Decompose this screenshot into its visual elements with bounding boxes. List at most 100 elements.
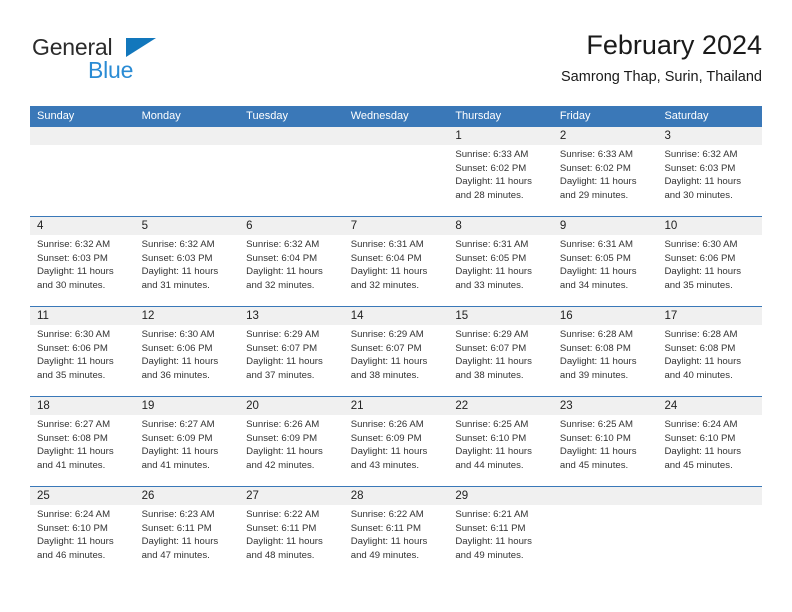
sunrise-text: Sunrise: 6:32 AM bbox=[141, 239, 215, 250]
day-cell[interactable]: 25 Sunrise: 6:24 AM Sunset: 6:10 PM Dayl… bbox=[30, 487, 135, 576]
sunset-text: Sunset: 6:10 PM bbox=[37, 522, 108, 534]
sunset-text: Sunset: 6:08 PM bbox=[37, 432, 108, 444]
day-cell[interactable]: 2 Sunrise: 6:33 AM Sunset: 6:02 PM Dayli… bbox=[552, 127, 658, 216]
week-row: 1 Sunrise: 6:33 AM Sunset: 6:02 PM Dayli… bbox=[30, 126, 763, 216]
daylight-text-line1: Daylight: 11 hours bbox=[246, 356, 323, 368]
sunrise-text: Sunrise: 6:22 AM bbox=[350, 509, 424, 520]
day-cell[interactable]: 1 Sunrise: 6:33 AM Sunset: 6:02 PM Dayli… bbox=[448, 127, 553, 216]
calendar-grid: Sunday Monday Tuesday Wednesday Thursday… bbox=[30, 106, 763, 576]
sunset-text: Sunset: 6:04 PM bbox=[350, 252, 422, 264]
day-cell[interactable]: 14 Sunrise: 6:29 AM Sunset: 6:07 PM Dayl… bbox=[343, 307, 449, 396]
sunrise-text: Sunrise: 6:33 AM bbox=[559, 149, 633, 160]
sunrise-text: Sunrise: 6:29 AM bbox=[455, 329, 529, 340]
day-cell[interactable]: 23 Sunrise: 6:25 AM Sunset: 6:10 PM Dayl… bbox=[552, 397, 658, 486]
day-number: 23 bbox=[552, 397, 658, 415]
sunset-text: Sunset: 6:03 PM bbox=[141, 252, 213, 264]
daylight-text-line1: Daylight: 11 hours bbox=[664, 446, 742, 458]
sunset-text: Sunset: 6:11 PM bbox=[141, 522, 212, 534]
daylight-text-line1: Daylight: 11 hours bbox=[455, 446, 532, 458]
sunrise-text: Sunrise: 6:27 AM bbox=[141, 419, 215, 430]
day-details: Sunrise: 6:29 AM Sunset: 6:07 PM Dayligh… bbox=[344, 325, 449, 382]
day-details: Sunrise: 6:27 AM Sunset: 6:09 PM Dayligh… bbox=[135, 415, 240, 472]
sunrise-text: Sunrise: 6:30 AM bbox=[37, 329, 111, 340]
day-cell[interactable]: 18 Sunrise: 6:27 AM Sunset: 6:08 PM Dayl… bbox=[30, 397, 135, 486]
day-cell[interactable]: 15 Sunrise: 6:29 AM Sunset: 6:07 PM Dayl… bbox=[448, 307, 553, 396]
day-number bbox=[134, 127, 240, 145]
day-number: 3 bbox=[657, 127, 763, 145]
day-cell[interactable]: 5 Sunrise: 6:32 AM Sunset: 6:03 PM Dayli… bbox=[134, 217, 240, 306]
daylight-text-line2: and 38 minutes. bbox=[455, 369, 524, 381]
day-number: 7 bbox=[343, 217, 449, 235]
day-cell[interactable] bbox=[552, 487, 658, 576]
day-cell[interactable]: 10 Sunrise: 6:30 AM Sunset: 6:06 PM Dayl… bbox=[657, 217, 763, 306]
day-cell[interactable]: 19 Sunrise: 6:27 AM Sunset: 6:09 PM Dayl… bbox=[134, 397, 240, 486]
week-row: 11 Sunrise: 6:30 AM Sunset: 6:06 PM Dayl… bbox=[30, 306, 763, 396]
weekday-header-wednesday: Wednesday bbox=[350, 110, 409, 122]
day-cell[interactable]: 11 Sunrise: 6:30 AM Sunset: 6:06 PM Dayl… bbox=[30, 307, 135, 396]
day-cell[interactable] bbox=[239, 127, 344, 216]
day-cell[interactable]: 4 Sunrise: 6:32 AM Sunset: 6:03 PM Dayli… bbox=[30, 217, 135, 306]
daylight-text-line1: Daylight: 11 hours bbox=[141, 446, 219, 458]
day-cell[interactable]: 21 Sunrise: 6:26 AM Sunset: 6:09 PM Dayl… bbox=[343, 397, 449, 486]
day-number: 5 bbox=[134, 217, 240, 235]
daylight-text-line1: Daylight: 11 hours bbox=[559, 356, 637, 368]
sunset-text: Sunset: 6:04 PM bbox=[246, 252, 318, 264]
day-details bbox=[657, 505, 762, 508]
daylight-text-line2: and 36 minutes. bbox=[141, 369, 210, 381]
day-details: Sunrise: 6:24 AM Sunset: 6:10 PM Dayligh… bbox=[30, 505, 135, 562]
day-cell[interactable]: 27 Sunrise: 6:22 AM Sunset: 6:11 PM Dayl… bbox=[239, 487, 344, 576]
day-details: Sunrise: 6:32 AM Sunset: 6:04 PM Dayligh… bbox=[239, 235, 344, 292]
day-cell[interactable]: 22 Sunrise: 6:25 AM Sunset: 6:10 PM Dayl… bbox=[448, 397, 553, 486]
day-details: Sunrise: 6:33 AM Sunset: 6:02 PM Dayligh… bbox=[448, 145, 553, 202]
day-number: 26 bbox=[134, 487, 240, 505]
day-cell[interactable]: 7 Sunrise: 6:31 AM Sunset: 6:04 PM Dayli… bbox=[343, 217, 449, 306]
day-cell[interactable]: 28 Sunrise: 6:22 AM Sunset: 6:11 PM Dayl… bbox=[343, 487, 449, 576]
day-cell[interactable]: 12 Sunrise: 6:30 AM Sunset: 6:06 PM Dayl… bbox=[134, 307, 240, 396]
page-header: General Blue February 2024 Samrong Thap,… bbox=[30, 28, 762, 98]
day-details bbox=[239, 145, 344, 148]
daylight-text-line1: Daylight: 11 hours bbox=[350, 536, 428, 548]
day-cell[interactable] bbox=[343, 127, 449, 216]
day-cell[interactable]: 13 Sunrise: 6:29 AM Sunset: 6:07 PM Dayl… bbox=[239, 307, 344, 396]
day-cell[interactable] bbox=[657, 487, 763, 576]
day-cell[interactable]: 16 Sunrise: 6:28 AM Sunset: 6:08 PM Dayl… bbox=[552, 307, 658, 396]
daylight-text-line2: and 42 minutes. bbox=[246, 459, 315, 471]
day-details: Sunrise: 6:32 AM Sunset: 6:03 PM Dayligh… bbox=[135, 235, 240, 292]
day-cell[interactable] bbox=[30, 127, 135, 216]
daylight-text-line1: Daylight: 11 hours bbox=[246, 446, 323, 458]
daylight-text-line1: Daylight: 11 hours bbox=[141, 266, 219, 278]
daylight-text-line2: and 37 minutes. bbox=[246, 369, 315, 381]
day-details: Sunrise: 6:31 AM Sunset: 6:05 PM Dayligh… bbox=[448, 235, 553, 292]
day-number: 17 bbox=[657, 307, 763, 325]
daylight-text-line1: Daylight: 11 hours bbox=[559, 446, 637, 458]
daylight-text-line1: Daylight: 11 hours bbox=[559, 266, 637, 278]
day-cell[interactable]: 24 Sunrise: 6:24 AM Sunset: 6:10 PM Dayl… bbox=[657, 397, 763, 486]
day-number: 4 bbox=[30, 217, 135, 235]
day-cell[interactable]: 8 Sunrise: 6:31 AM Sunset: 6:05 PM Dayli… bbox=[448, 217, 553, 306]
sunset-text: Sunset: 6:05 PM bbox=[559, 252, 631, 264]
daylight-text-line1: Daylight: 11 hours bbox=[350, 356, 428, 368]
day-cell[interactable]: 17 Sunrise: 6:28 AM Sunset: 6:08 PM Dayl… bbox=[657, 307, 763, 396]
sunrise-text: Sunrise: 6:31 AM bbox=[350, 239, 424, 250]
day-details: Sunrise: 6:26 AM Sunset: 6:09 PM Dayligh… bbox=[344, 415, 449, 472]
daylight-text-line2: and 40 minutes. bbox=[664, 369, 733, 381]
day-cell[interactable]: 26 Sunrise: 6:23 AM Sunset: 6:11 PM Dayl… bbox=[134, 487, 240, 576]
sunrise-text: Sunrise: 6:32 AM bbox=[664, 149, 738, 160]
day-details: Sunrise: 6:22 AM Sunset: 6:11 PM Dayligh… bbox=[344, 505, 449, 562]
sunset-text: Sunset: 6:09 PM bbox=[350, 432, 422, 444]
daylight-text-line1: Daylight: 11 hours bbox=[37, 356, 114, 368]
daylight-text-line1: Daylight: 11 hours bbox=[37, 266, 114, 278]
daylight-text-line2: and 35 minutes. bbox=[37, 369, 106, 381]
day-cell[interactable] bbox=[134, 127, 240, 216]
day-cell[interactable]: 29 Sunrise: 6:21 AM Sunset: 6:11 PM Dayl… bbox=[448, 487, 553, 576]
day-cell[interactable]: 6 Sunrise: 6:32 AM Sunset: 6:04 PM Dayli… bbox=[239, 217, 344, 306]
weekday-header-sunday: Sunday bbox=[37, 110, 75, 122]
day-number bbox=[239, 127, 344, 145]
day-cell[interactable]: 3 Sunrise: 6:32 AM Sunset: 6:03 PM Dayli… bbox=[657, 127, 763, 216]
brand-logo[interactable]: General Blue bbox=[30, 34, 170, 90]
day-cell[interactable]: 9 Sunrise: 6:31 AM Sunset: 6:05 PM Dayli… bbox=[552, 217, 658, 306]
day-cell[interactable]: 20 Sunrise: 6:26 AM Sunset: 6:09 PM Dayl… bbox=[239, 397, 344, 486]
daylight-text-line2: and 49 minutes. bbox=[455, 549, 524, 561]
day-number: 12 bbox=[134, 307, 240, 325]
daylight-text-line2: and 32 minutes. bbox=[350, 279, 420, 291]
